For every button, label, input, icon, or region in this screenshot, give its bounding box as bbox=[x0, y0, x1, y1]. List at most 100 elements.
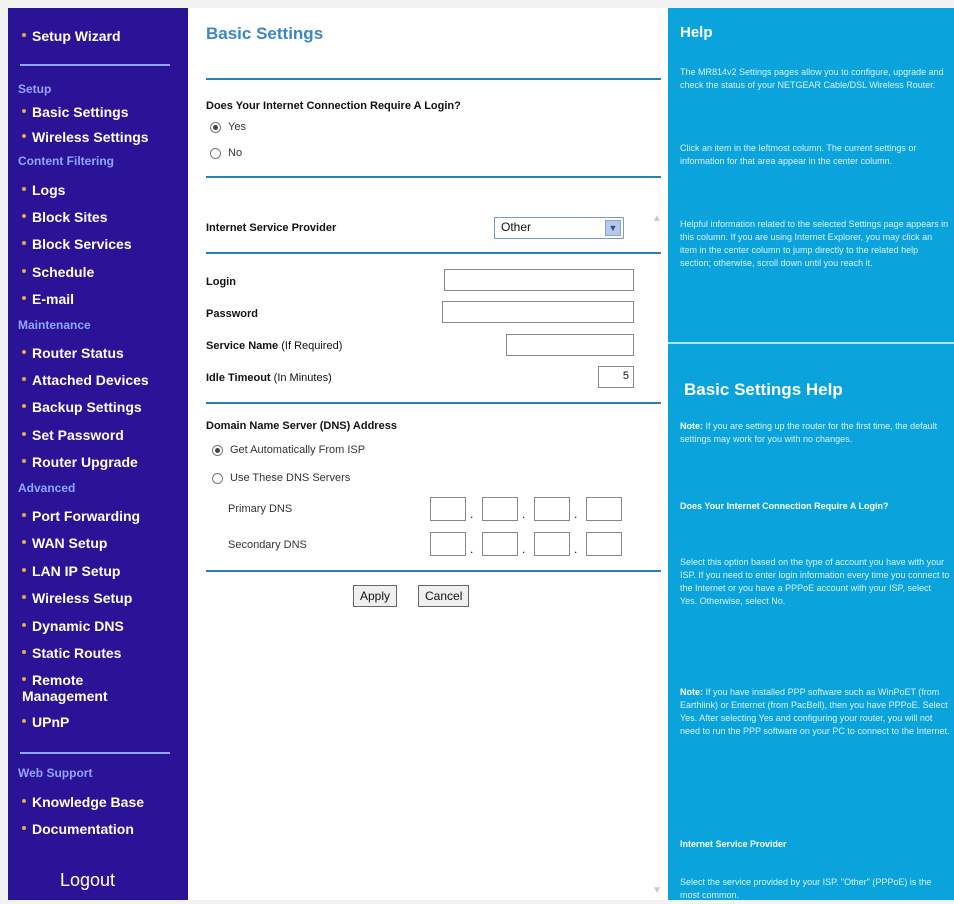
bullet-icon bbox=[22, 650, 26, 655]
nav-backup-settings[interactable]: Backup Settings bbox=[22, 399, 142, 415]
nav-block-sites[interactable]: Block Sites bbox=[22, 209, 107, 225]
scroll-down-icon[interactable]: ▼ bbox=[650, 884, 664, 898]
nav-upnp[interactable]: UPnP bbox=[22, 714, 69, 730]
help-panel: Help The MR814v2 Settings pages allow yo… bbox=[668, 8, 954, 900]
nav-static-routes[interactable]: Static Routes bbox=[22, 645, 121, 661]
nav-wireless-setup[interactable]: Wireless Setup bbox=[22, 590, 132, 606]
secondary-dns-octet-3[interactable] bbox=[534, 532, 570, 556]
scroll-up-icon[interactable]: ▲ bbox=[650, 212, 664, 226]
section-divider bbox=[206, 252, 661, 254]
secondary-dns-octet-2[interactable] bbox=[482, 532, 518, 556]
nav-logs[interactable]: Logs bbox=[22, 182, 65, 198]
primary-dns-octet-2[interactable] bbox=[482, 497, 518, 521]
left-nav: Setup Wizard Setup Basic Settings Wirele… bbox=[8, 8, 188, 900]
nav-wireless-settings[interactable]: Wireless Settings bbox=[22, 129, 149, 145]
nav-section-maintenance: Maintenance bbox=[18, 318, 91, 332]
settings-panel: Basic Settings Does Your Internet Connec… bbox=[188, 8, 668, 900]
bullet-icon bbox=[22, 799, 26, 804]
logout-link[interactable]: Logout bbox=[60, 870, 115, 891]
bullet-icon bbox=[22, 513, 26, 518]
nav-wan-setup[interactable]: WAN Setup bbox=[22, 535, 107, 551]
help-note-2: Note: If you have installed PPP software… bbox=[680, 687, 950, 736]
nav-section-setup: Setup bbox=[18, 82, 52, 96]
isp-select[interactable]: Other ▼ bbox=[494, 217, 624, 239]
bullet-icon bbox=[22, 540, 26, 545]
bullet-icon bbox=[22, 568, 26, 573]
nav-router-upgrade[interactable]: Router Upgrade bbox=[22, 454, 138, 470]
nav-section-web-support: Web Support bbox=[18, 766, 93, 780]
nav-email[interactable]: E-mail bbox=[22, 291, 74, 307]
idle-timeout-input[interactable]: 5 bbox=[598, 366, 634, 388]
service-name-label: Service Name (If Required) bbox=[206, 340, 343, 352]
page-title: Basic Settings bbox=[206, 24, 324, 43]
login-no-radio[interactable] bbox=[210, 148, 221, 159]
service-name-input[interactable] bbox=[506, 334, 634, 356]
bullet-icon bbox=[22, 677, 26, 682]
nav-divider bbox=[20, 752, 170, 754]
nav-lan-ip-setup[interactable]: LAN IP Setup bbox=[22, 563, 120, 579]
login-yes-radio[interactable] bbox=[210, 122, 221, 133]
nav-documentation[interactable]: Documentation bbox=[22, 821, 134, 837]
nav-divider bbox=[20, 64, 170, 66]
bullet-icon bbox=[22, 623, 26, 628]
router-admin-window: Setup Wizard Setup Basic Settings Wirele… bbox=[0, 0, 954, 904]
section-divider bbox=[206, 570, 661, 572]
chevron-down-icon: ▼ bbox=[605, 220, 621, 236]
apply-button[interactable]: Apply bbox=[353, 585, 398, 607]
help-column-text: Click an item in the leftmost column. Th… bbox=[680, 143, 917, 166]
cancel-button[interactable]: Cancel bbox=[418, 585, 470, 607]
isp-label: Internet Service Provider bbox=[206, 222, 337, 234]
help-divider bbox=[668, 342, 954, 344]
bullet-icon bbox=[22, 719, 26, 724]
nav-section-content-filtering: Content Filtering bbox=[18, 154, 114, 168]
primary-dns-octet-3[interactable] bbox=[534, 497, 570, 521]
secondary-dns-octet-4[interactable] bbox=[586, 532, 622, 556]
dns-auto-radio[interactable] bbox=[212, 445, 223, 456]
bullet-icon bbox=[22, 269, 26, 274]
bullet-icon bbox=[22, 33, 26, 38]
dns-auto-label: Get Automatically From ISP bbox=[230, 444, 366, 456]
help-title: Help bbox=[680, 24, 713, 41]
nav-knowledge-base[interactable]: Knowledge Base bbox=[22, 794, 144, 810]
bullet-icon bbox=[22, 241, 26, 246]
password-input[interactable] bbox=[442, 301, 634, 323]
section-divider bbox=[206, 78, 661, 80]
nav-block-services[interactable]: Block Services bbox=[22, 236, 132, 252]
nav-dynamic-dns[interactable]: Dynamic DNS bbox=[22, 618, 124, 634]
login-input[interactable] bbox=[444, 269, 634, 291]
help-isp-text: Select the service provided by your ISP.… bbox=[680, 877, 932, 900]
nav-basic-settings[interactable]: Basic Settings bbox=[22, 104, 128, 120]
login-no-label: No bbox=[228, 147, 243, 159]
bullet-icon bbox=[22, 109, 26, 114]
nav-router-status[interactable]: Router Status bbox=[22, 345, 124, 361]
nav-attached-devices[interactable]: Attached Devices bbox=[22, 372, 149, 388]
password-label: Password bbox=[206, 308, 258, 320]
bullet-icon bbox=[22, 826, 26, 831]
bullet-icon bbox=[22, 296, 26, 301]
nav-section-advanced: Advanced bbox=[18, 481, 76, 495]
primary-dns-octet-1[interactable] bbox=[430, 497, 466, 521]
login-yes-label: Yes bbox=[228, 121, 246, 133]
login-question: Does Your Internet Connection Require A … bbox=[206, 100, 461, 112]
bullet-icon bbox=[22, 595, 26, 600]
help-login-heading: Does Your Internet Connection Require A … bbox=[680, 501, 889, 511]
bullet-icon bbox=[22, 432, 26, 437]
nav-port-forwarding[interactable]: Port Forwarding bbox=[22, 508, 140, 524]
section-divider bbox=[206, 402, 661, 404]
nav-setup-wizard[interactable]: Setup Wizard bbox=[22, 28, 121, 44]
login-label: Login bbox=[206, 276, 236, 288]
primary-dns-label: Primary DNS bbox=[228, 503, 293, 515]
help-isp-heading: Internet Service Provider bbox=[680, 839, 787, 849]
help-login-text: Select this option based on the type of … bbox=[680, 557, 950, 606]
nav-schedule[interactable]: Schedule bbox=[22, 264, 94, 280]
primary-dns-octet-4[interactable] bbox=[586, 497, 622, 521]
help-ie-text: Helpful information related to the selec… bbox=[680, 219, 949, 268]
nav-set-password[interactable]: Set Password bbox=[22, 427, 124, 443]
nav-remote-management[interactable]: Remote Management bbox=[22, 672, 108, 704]
dns-manual-label: Use These DNS Servers bbox=[230, 472, 351, 484]
secondary-dns-octet-1[interactable] bbox=[430, 532, 466, 556]
help-subtitle: Basic Settings Help bbox=[684, 380, 843, 399]
secondary-dns-label: Secondary DNS bbox=[228, 539, 307, 551]
bullet-icon bbox=[22, 187, 26, 192]
dns-manual-radio[interactable] bbox=[212, 473, 223, 484]
